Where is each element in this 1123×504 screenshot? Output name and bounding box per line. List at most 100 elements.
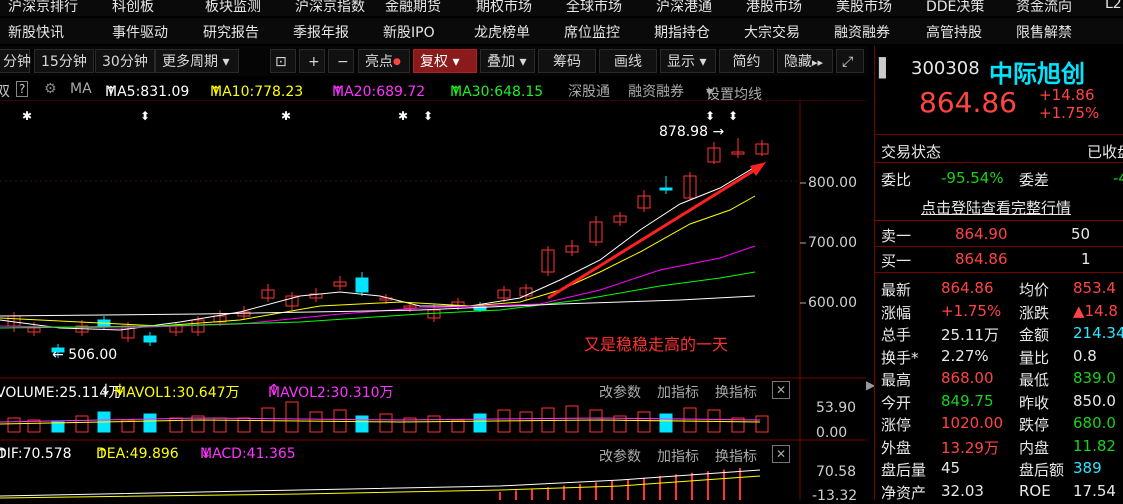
menu-item-hk-connect[interactable]: 沪深港通 — [656, 0, 712, 16]
volume-bar — [683, 407, 697, 433]
stat-label: 总手 — [881, 326, 912, 344]
macd-add-indicator-button[interactable]: 加指标 — [657, 446, 699, 466]
vol-switch-indicator-button[interactable]: 换指标 — [715, 382, 757, 402]
stat-label: 均价 — [1019, 281, 1050, 299]
stat-label: 跌停 — [1019, 416, 1050, 434]
draw-line-button[interactable]: 画线 — [599, 49, 657, 73]
menu-item-rank[interactable]: 沪深京排行 — [8, 0, 78, 16]
dropdown-icon: ▾ — [706, 84, 714, 100]
menu-item-fund-flow[interactable]: 资金流向 — [1016, 0, 1072, 16]
ma5-text: MA5:831.09 — [105, 84, 190, 100]
ma-legend: 双 ? ⚙ MA MA5:831.09 ↑ MA10:778.23 ↑ MA20:6… — [0, 78, 860, 103]
menu-item-futures[interactable]: 金融期货 — [385, 0, 441, 16]
menu-item-ipo-news[interactable]: 新股快讯 — [8, 22, 64, 42]
back-icon[interactable]: ▌ — [879, 58, 893, 79]
menu-item-dde[interactable]: DDE决策 — [926, 0, 984, 16]
top-market-menu: 沪深京排行 科创板 板块监测 沪深京指数 金融期货 期权市场 全球市场 沪深港通… — [0, 0, 1123, 16]
menu-item-margin[interactable]: 融资融券 — [834, 22, 890, 42]
macd-value: MACD:41.365 ↓ — [200, 446, 296, 462]
volume-bar — [143, 413, 157, 433]
up-arrow-icon: ↑ — [105, 84, 117, 100]
menu-item-block[interactable]: 大宗交易 — [744, 22, 800, 42]
menu-item-us[interactable]: 美股市场 — [836, 0, 892, 16]
close-icon[interactable]: ✕ — [772, 445, 790, 463]
ma10-line — [0, 195, 756, 327]
volume-bar — [659, 413, 673, 433]
menu-item-seat[interactable]: 席位监控 — [564, 22, 620, 42]
divider — [875, 162, 1123, 163]
menu-item-sector[interactable]: 板块监测 — [205, 0, 261, 16]
simple-button[interactable]: 简约 — [719, 49, 774, 73]
menu-item-exec[interactable]: 高管持股 — [926, 22, 982, 42]
display-button[interactable]: 显示 ▾ — [660, 49, 716, 73]
highlight-button[interactable]: 亮点● — [358, 49, 410, 73]
volume-bar — [473, 413, 487, 433]
stat-label: 最高 — [881, 371, 912, 389]
menu-item-options[interactable]: 期权市场 — [476, 0, 532, 16]
macd-switch-indicator-button[interactable]: 换指标 — [715, 446, 757, 466]
volume-bar — [7, 417, 21, 433]
fullscreen-icon[interactable]: ⤢ — [836, 49, 864, 73]
margin-link[interactable]: 融资融券 — [628, 81, 684, 101]
menu-item-global[interactable]: 全球市场 — [566, 0, 622, 16]
sgt-link[interactable]: 深股通 — [568, 81, 610, 101]
period-15min-button[interactable]: 15分钟 — [34, 49, 94, 73]
low-price-text: 506.00 — [68, 347, 118, 363]
weibi-label: 委比 — [881, 171, 912, 189]
period-30min-button[interactable]: 30分钟 — [95, 49, 155, 73]
volume-bar — [427, 415, 441, 433]
weicha-label: 委差 — [1019, 171, 1050, 189]
macd-tick-min: -13.32 — [812, 488, 858, 504]
stat-value: 17.54 — [1073, 481, 1116, 500]
menu-item-dragon-tiger[interactable]: 龙虎榜单 — [474, 22, 530, 42]
fuquan-button[interactable]: 复权 ▾ — [413, 49, 477, 73]
volume-bar — [355, 415, 369, 433]
volume-bar — [755, 415, 769, 433]
period-minute-button[interactable]: 分钟 — [0, 49, 31, 73]
menu-item-events[interactable]: 事件驱动 — [112, 22, 168, 42]
menu-item-index[interactable]: 沪深京指数 — [295, 0, 365, 16]
close-icon[interactable]: ✕ — [772, 381, 790, 399]
overlay-button[interactable]: 叠加 ▾ — [480, 49, 535, 73]
macd-tick-max: 70.58 — [816, 464, 857, 480]
menu-item-reports[interactable]: 季报年报 — [293, 22, 349, 42]
stock-header: ▌ 300308 中际旭创 — [875, 54, 1123, 88]
stat-value: 32.03 — [941, 481, 984, 500]
macd-change-param-button[interactable]: 改参数 — [599, 446, 641, 466]
stat-value: 25.11万 — [941, 326, 999, 344]
high-price-label: 878.98 → — [659, 124, 725, 140]
login-link[interactable]: 点击登陆查看完整行情 — [921, 197, 1071, 218]
quote-panel: ▌ 300308 中际旭创 864.86 +14.86 +1.75% 交易状态 … — [874, 46, 1123, 502]
stat-value: 868.00 — [941, 369, 994, 387]
help-icon[interactable]: ? — [16, 81, 29, 97]
stat-row: 最新 864.86 均价 853.4 — [875, 277, 1123, 299]
lock-icon[interactable]: ⊡ — [270, 49, 296, 73]
menu-item-unlock[interactable]: 限售解禁 — [1016, 22, 1072, 42]
menu-item-ipo[interactable]: 新股IPO — [383, 22, 435, 42]
trend-note: 又是稳稳走高的一天 — [584, 335, 729, 354]
stat-label: 涨跌 — [1019, 303, 1050, 322]
stat-label: 换手* — [881, 348, 919, 367]
gear-icon[interactable]: ⚙ — [44, 81, 57, 97]
vol-add-indicator-button[interactable]: 加指标 — [657, 382, 699, 402]
stat-label: 盘后量 — [881, 461, 927, 479]
dropdown-icon: ▾ — [699, 54, 707, 70]
login-row: 点击登陆查看完整行情 — [875, 195, 1123, 217]
chips-button[interactable]: 筹码 — [538, 49, 596, 73]
more-periods-button[interactable]: 更多周期 ▾ — [155, 49, 239, 73]
menu-item-research[interactable]: 研究报告 — [203, 22, 259, 42]
zoom-in-button[interactable]: + — [299, 49, 325, 73]
ma-double-label[interactable]: 双 — [0, 81, 10, 101]
menu-item-l2[interactable]: L2 — [1105, 0, 1122, 12]
vol-change-param-button[interactable]: 改参数 — [599, 382, 641, 402]
up-arrow-icon: ↑ — [210, 84, 222, 100]
divider — [875, 272, 1123, 273]
sell1-volume: 50 — [1071, 225, 1091, 243]
event-marker-icon: ✱ — [281, 109, 291, 123]
zoom-out-button[interactable]: − — [328, 49, 354, 73]
kline-chart[interactable]: ✱ ⬍ ✱ ✱ ⬍ ⬍ ⬍ — [0, 100, 866, 500]
menu-item-hk[interactable]: 港股市场 — [746, 0, 802, 16]
menu-item-position[interactable]: 期指持仓 — [654, 22, 710, 42]
hide-button[interactable]: 隐藏▸▸ — [777, 49, 833, 73]
menu-item-star[interactable]: 科创板 — [112, 0, 154, 16]
